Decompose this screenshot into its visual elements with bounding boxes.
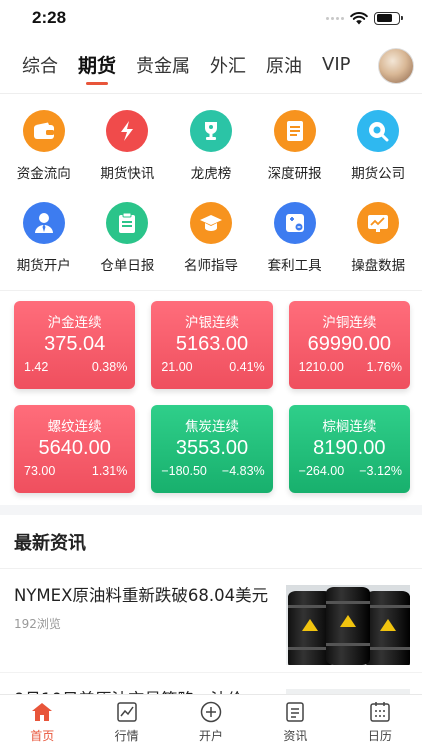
nav-label: 行情: [114, 729, 139, 743]
feature-fund-flow[interactable]: 资金流向: [2, 106, 86, 192]
quote-change: −264.00: [298, 464, 345, 478]
feature-label: 套利工具: [267, 258, 322, 274]
account-icon: [22, 202, 65, 244]
quote-card[interactable]: 沪银连续 5163.00 21.00 0.41%: [151, 301, 273, 389]
feature-mentor-guidance[interactable]: 名师指导: [169, 198, 253, 284]
feature-label: 操盘数据: [351, 258, 406, 274]
nav-label: 开户: [199, 729, 224, 743]
quote-price: 5640.00: [38, 437, 111, 459]
tab-futures[interactable]: 期货: [78, 45, 116, 84]
quote-percent: 0.38%: [91, 360, 128, 374]
status-time: 2:28: [32, 8, 67, 27]
flash-icon: [106, 110, 149, 152]
nav-open-account[interactable]: 开户: [169, 695, 253, 750]
feature-research-report[interactable]: 深度研报: [253, 106, 337, 192]
quote-change: −180.50: [161, 464, 207, 478]
feature-grid: 资金流向 期货快讯 龙虎榜 深度研报 期货公司 期货开户 仓单日报 名师指导 套…: [0, 94, 422, 288]
feature-warehouse-report[interactable]: 仓单日报: [86, 198, 170, 284]
quote-price: 8190.00: [313, 437, 386, 459]
quote-change: 73.00: [24, 464, 56, 478]
quote-percent: −4.83%: [221, 464, 265, 478]
feature-label: 期货快讯: [100, 166, 155, 182]
battery-icon: [374, 11, 403, 25]
news-views: 192浏览: [14, 617, 61, 631]
quote-price: 5163.00: [175, 333, 249, 355]
calculator-icon: [273, 202, 316, 244]
quote-name: 焦炭连续: [184, 419, 239, 435]
quote-percent: −3.12%: [359, 464, 402, 478]
graduation-cap-icon: [189, 202, 232, 244]
quote-name: 沪银连续: [184, 315, 239, 331]
wifi-icon: [350, 11, 368, 24]
nav-home[interactable]: 首页: [0, 695, 84, 750]
feature-futures-company[interactable]: 期货公司: [336, 106, 420, 192]
tab-zonghe[interactable]: 综合: [22, 46, 58, 84]
quote-card[interactable]: 沪铜连续 69990.00 1210.00 1.76%: [288, 301, 410, 389]
feature-arbitrage-tools[interactable]: 套利工具: [253, 198, 337, 284]
oil-barrels-thumbnail: [286, 585, 410, 665]
tab-forex[interactable]: 外汇: [210, 46, 246, 84]
nav-calendar[interactable]: 日历: [338, 695, 422, 750]
news-section-title: 最新资讯: [0, 515, 422, 569]
quote-name: 棕榈连续: [322, 419, 377, 435]
quote-change: 21.00: [161, 360, 193, 374]
quote-card[interactable]: 焦炭连续 3553.00 −180.50 −4.83%: [151, 405, 273, 493]
nav-news[interactable]: 资讯: [253, 695, 337, 750]
tab-precious-metals[interactable]: 贵金属: [136, 46, 190, 84]
feature-futures-flash[interactable]: 期货快讯: [86, 106, 170, 192]
wallet-icon: [22, 110, 65, 152]
tab-vip[interactable]: VIP: [322, 48, 350, 81]
calendar-icon: [369, 701, 391, 723]
nav-market[interactable]: 行情: [84, 695, 168, 750]
news-item[interactable]: NYMEX原油料重新跌破68.04美元 192浏览: [0, 569, 422, 673]
nav-label: 日历: [367, 729, 392, 743]
feature-open-account[interactable]: 期货开户: [2, 198, 86, 284]
news-icon: [284, 701, 306, 723]
quote-card[interactable]: 沪金连续 375.04 1.42 0.38%: [14, 301, 136, 389]
feature-label: 名师指导: [183, 258, 238, 274]
nav-label: 首页: [30, 729, 55, 743]
tab-crude-oil[interactable]: 原油: [266, 46, 302, 84]
quote-name: 沪金连续: [47, 315, 102, 331]
company-icon: [357, 110, 400, 152]
report-icon: [273, 110, 316, 152]
quote-percent: 1.76%: [366, 360, 402, 374]
nav-label: 资讯: [283, 729, 308, 743]
status-bar: 2:28: [0, 0, 422, 36]
quote-price: 69990.00: [307, 333, 392, 355]
quote-percent: 0.41%: [229, 360, 265, 374]
signal-icon: [326, 16, 344, 20]
feature-label: 期货公司: [351, 166, 406, 182]
feature-label: 资金流向: [16, 166, 71, 182]
feature-label: 期货开户: [16, 258, 71, 274]
quote-card[interactable]: 螺纹连续 5640.00 73.00 1.31%: [14, 405, 136, 493]
quote-price: 375.04: [44, 333, 106, 355]
bottom-navigation: 首页 行情 开户 资讯 日历: [0, 694, 422, 750]
feature-label: 龙虎榜: [190, 166, 232, 182]
quote-name: 沪铜连续: [322, 315, 377, 331]
top-tab-bar: 综合 期货 贵金属 外汇 原油 VIP: [0, 36, 422, 94]
chart-board-icon: [357, 202, 400, 244]
feature-trading-data[interactable]: 操盘数据: [336, 198, 420, 284]
feature-label: 深度研报: [267, 166, 322, 182]
feature-dragon-tiger[interactable]: 龙虎榜: [169, 106, 253, 192]
market-chart-icon: [116, 701, 138, 723]
quote-change: 1.42: [24, 360, 49, 374]
status-indicators: [326, 11, 403, 25]
home-icon: [31, 701, 53, 723]
news-title: NYMEX原油料重新跌破68.04美元: [14, 586, 269, 605]
plus-circle-icon: [200, 701, 222, 723]
quote-price: 3553.00: [175, 437, 249, 459]
trophy-icon: [189, 110, 232, 152]
feature-label: 仓单日报: [100, 258, 155, 274]
quote-percent: 1.31%: [91, 464, 128, 478]
avatar[interactable]: [378, 48, 414, 84]
quote-name: 螺纹连续: [47, 419, 102, 435]
quote-cards: 沪金连续 375.04 1.42 0.38% 沪银连续 5163.00 21.00…: [0, 291, 422, 505]
section-separator: [0, 505, 422, 515]
quote-change: 1210.00: [298, 360, 344, 374]
clipboard-icon: [106, 202, 149, 244]
quote-card[interactable]: 棕榈连续 8190.00 −264.00 −3.12%: [288, 405, 410, 493]
